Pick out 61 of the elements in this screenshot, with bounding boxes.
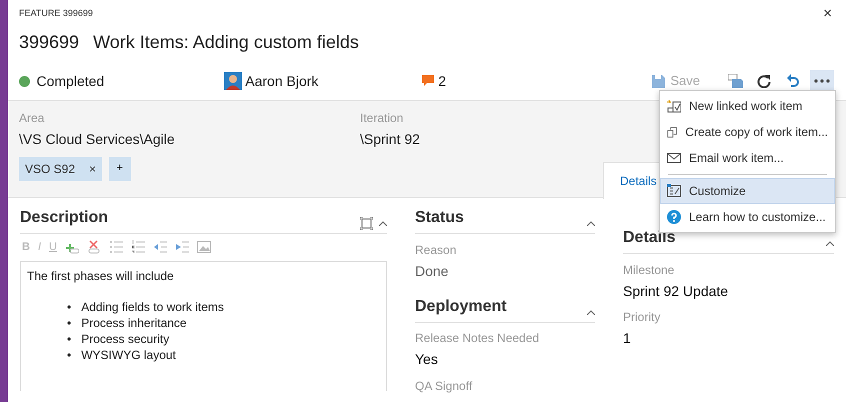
assigned-to-name[interactable]: Aaron Bjork [245, 70, 318, 92]
section-title: Deployment [415, 296, 507, 316]
more-icon [814, 79, 830, 83]
tag-remove-button[interactable]: × [89, 160, 96, 178]
bullet-item: Process security [81, 330, 170, 346]
field-value[interactable]: Sprint 92 Update [623, 280, 834, 302]
area-value[interactable]: \VS Cloud Services\Agile [19, 129, 360, 150]
remove-link-icon[interactable] [86, 240, 101, 254]
section-title: Status [415, 208, 464, 228]
field-label: Priority [623, 309, 662, 326]
field-label: Release Notes Needed [415, 330, 540, 347]
email-icon [667, 151, 681, 165]
undo-icon [786, 74, 800, 88]
bullet-marker: • [67, 314, 72, 330]
comment-count[interactable]: 2 [438, 70, 446, 92]
maximize-icon[interactable] [360, 217, 372, 230]
section-title: Description [20, 208, 108, 228]
field-label: QA Signoff [415, 378, 474, 394]
field-value[interactable]: Yes [415, 349, 595, 370]
comment-icon [421, 74, 435, 88]
close-button[interactable]: × [821, 6, 834, 21]
field-label: Reason [415, 242, 458, 258]
copy-icon [667, 125, 678, 139]
menu-item[interactable]: Create copy of work item... [660, 119, 835, 145]
bullet-item: Adding fields to work items [81, 298, 224, 314]
bullet-item: Process inheritance [81, 314, 187, 330]
add-tag-button[interactable]: + [108, 156, 131, 180]
field-label: Milestone [623, 262, 676, 278]
iteration-value[interactable]: \Sprint 92 [360, 129, 660, 150]
new-linked-item-icon [667, 99, 681, 113]
chevron-up-icon[interactable] [587, 310, 595, 314]
chevron-up-icon[interactable] [587, 221, 595, 226]
more-actions-button[interactable] [810, 70, 834, 92]
bullet-marker: • [67, 346, 72, 362]
chevron-up-icon[interactable] [379, 221, 387, 226]
state-label[interactable]: Completed [36, 70, 104, 92]
section-title: Details [623, 228, 676, 248]
bullet-marker: • [67, 298, 72, 314]
refresh-icon [757, 74, 771, 88]
description-text: The first phases will include [27, 268, 175, 284]
bullet-marker: • [67, 330, 72, 346]
menu-item[interactable]: New linked work item [660, 93, 835, 119]
iteration-label: Iteration [360, 110, 404, 127]
indent-icon[interactable] [174, 240, 189, 254]
avatar-icon [224, 72, 242, 90]
chevron-up-icon[interactable] [826, 241, 834, 246]
menu-item[interactable]: Customize [660, 178, 835, 204]
field-value[interactable]: 1 [623, 328, 834, 349]
outdent-icon[interactable] [152, 240, 167, 254]
work-item-title: Work Items: Adding custom fields [93, 31, 359, 54]
field-value[interactable]: Done [415, 260, 595, 282]
customize-form-icon [667, 184, 681, 198]
bullet-item: WYSIWYG layout [81, 346, 176, 362]
save-icon [652, 74, 666, 88]
menu-item[interactable]: Learn how to customize... [660, 204, 835, 230]
area-label: Area [19, 110, 46, 127]
save-close-icon [728, 74, 742, 88]
help-icon [667, 210, 681, 224]
work-item-type-label: FEATURE 399699 [19, 6, 93, 20]
work-item-id: 399699 [19, 31, 80, 54]
tag-label: VSO S92 [25, 160, 76, 178]
